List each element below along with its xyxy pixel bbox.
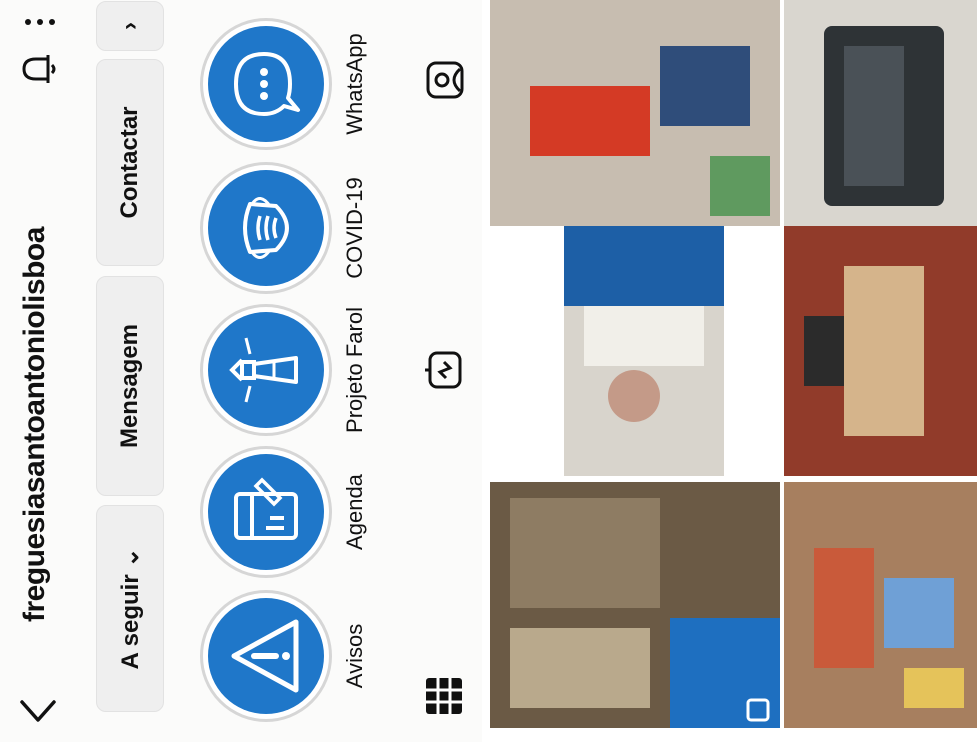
screen: freguesiasantoantoniolisboa A seguir ⌄ M… (0, 0, 977, 742)
highlight-label: WhatsApp (342, 33, 367, 135)
tagged-icon[interactable] (422, 58, 466, 102)
following-button[interactable]: A seguir ⌄ (96, 505, 164, 712)
profile-username: freguesiasantoantoniolisboa (18, 227, 51, 622)
post-thumbnail-typewriter[interactable] (784, 0, 977, 226)
profile-actions: A seguir ⌄ Mensagem Contactar › (96, 1, 168, 724)
highlight-covid-19[interactable]: COVID-19 (200, 158, 368, 298)
post-thumbnail-speaker[interactable] (564, 226, 724, 476)
highlight-projeto-farol[interactable]: Projeto Farol (200, 300, 368, 440)
reels-icon[interactable] (422, 348, 466, 392)
more-vertical-icon[interactable] (22, 8, 58, 36)
post-thumbnail-people[interactable] (490, 0, 780, 226)
highlight-label: Avisos (342, 623, 367, 689)
chat-icon (234, 52, 300, 116)
post-image (784, 0, 977, 226)
highlight-label: COVID-19 (342, 177, 367, 279)
post-thumbnail-street[interactable] (784, 482, 977, 728)
post-image (784, 226, 977, 476)
mask-icon (243, 197, 289, 259)
contact-button[interactable]: Contactar (96, 59, 164, 266)
chevron-left-icon[interactable] (18, 694, 58, 728)
post-grid (482, 0, 977, 742)
message-button[interactable]: Mensagem (96, 276, 164, 496)
bell-icon[interactable] (18, 51, 58, 87)
post-image (784, 482, 977, 728)
highlight-agenda[interactable]: Agenda (200, 442, 368, 582)
warning-icon (231, 619, 299, 693)
post-image (490, 482, 780, 728)
highlight-label: Projeto Farol (342, 307, 367, 433)
post-image (490, 0, 780, 226)
highlight-label: Agenda (342, 474, 367, 550)
profile-screen: freguesiasantoantoniolisboa A seguir ⌄ M… (0, 0, 977, 742)
highlight-whatsapp[interactable]: WhatsApp (200, 14, 368, 154)
post-thumbnail-church[interactable] (784, 226, 977, 476)
agenda-icon (234, 477, 298, 540)
grid-icon[interactable] (422, 674, 466, 718)
highlight-avisos[interactable]: Avisos (200, 586, 368, 726)
post-thumbnail-shop[interactable] (490, 482, 780, 728)
profile-tabs (402, 0, 483, 742)
suggested-accounts-button[interactable]: › (96, 1, 164, 51)
profile-header: freguesiasantoantoniolisboa (0, 0, 78, 742)
post-image (564, 226, 724, 476)
lighthouse-icon (229, 337, 298, 403)
